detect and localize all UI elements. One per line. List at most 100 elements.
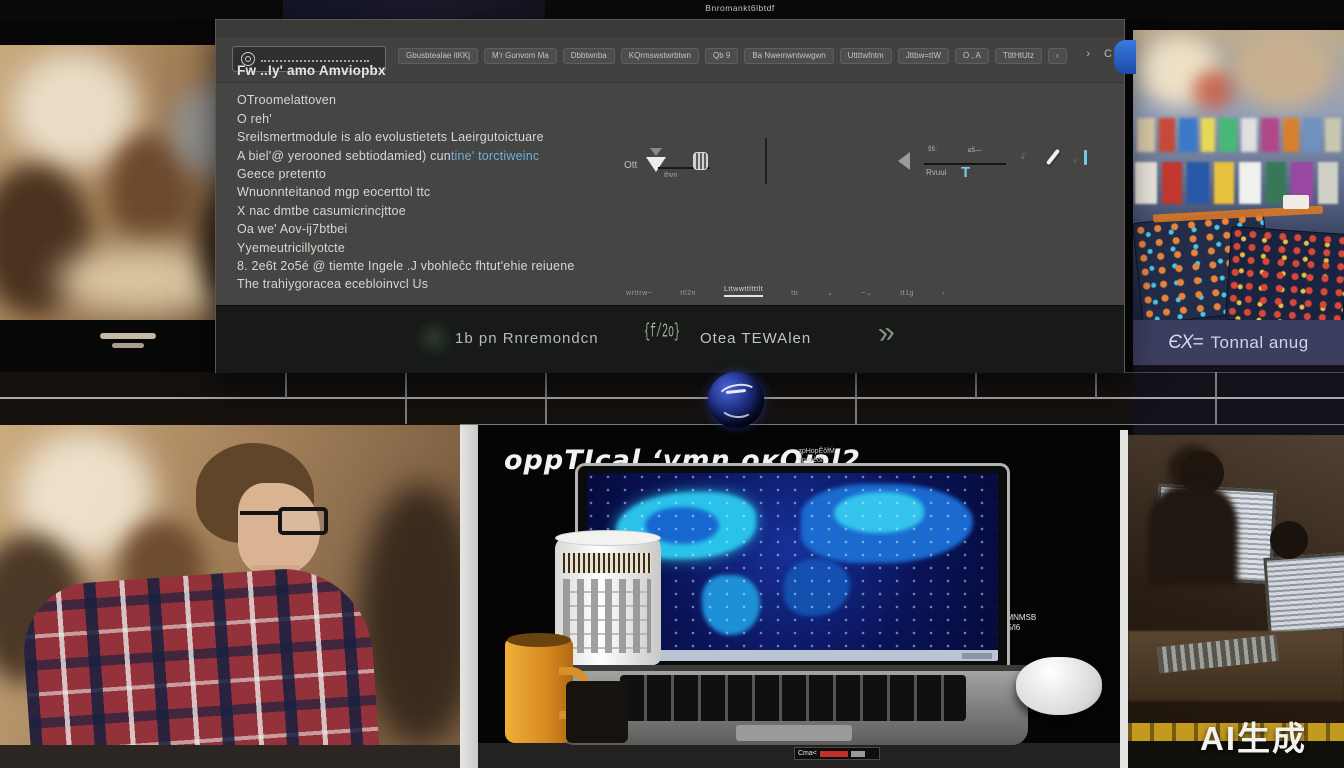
window-footer: 1b pn Rnremondcn {f/2o} Otea TEWAlen » — [216, 305, 1124, 373]
laptop-base — [558, 665, 1028, 745]
photo-detail — [1193, 70, 1233, 110]
small-gray-triangle-icon — [650, 148, 662, 156]
sticker-text: Cma< — [798, 750, 817, 757]
list-item: Oa we' Aov-ij7btbei — [237, 220, 577, 238]
plaid-shirt — [19, 563, 380, 745]
blue-cursor[interactable]: T — [961, 164, 970, 181]
slider-tick-glyphs: ŝŝ· — [928, 146, 937, 153]
list-item: O reh' — [237, 110, 577, 128]
rvuui-label: Rvuui — [926, 168, 946, 177]
photo-detail — [1233, 30, 1333, 110]
barrel-icon[interactable] — [693, 152, 708, 170]
grid-tick — [405, 372, 407, 398]
glasses-icon — [278, 507, 328, 535]
toolbar-tab[interactable]: O , A — [955, 48, 989, 64]
trackpad[interactable] — [736, 725, 852, 741]
top-tiny-title: Bnromankt6lbtdf — [640, 3, 840, 13]
sticker-red-block — [820, 751, 848, 757]
caption-text: Tonnal anug — [1211, 333, 1309, 353]
ai-watermark: AI生成 — [1200, 712, 1307, 760]
toolbar-tab[interactable]: › — [1048, 48, 1067, 64]
footer-arrow-icon[interactable]: » — [876, 315, 897, 351]
monitor-screen — [1263, 552, 1344, 636]
vertical-divider-left — [460, 425, 478, 768]
footer-center-text: Otea TEWAlen — [700, 330, 811, 347]
globe-orb-icon — [708, 372, 764, 428]
list-item: Sreilsmertmodule is alo evolustietets La… — [237, 128, 577, 146]
grid-line-mid — [0, 397, 1344, 399]
person-silhouette — [1270, 521, 1308, 559]
back-triangle-icon[interactable] — [898, 152, 910, 170]
shelf-row — [1137, 118, 1341, 152]
person-silhouette — [1148, 485, 1238, 585]
toolbar-tab[interactable]: Jttbw=ttW — [898, 48, 949, 64]
subtab[interactable]: ttl2n — [680, 290, 696, 297]
subtab[interactable]: ~⌄ — [861, 289, 872, 297]
stamp-grid — [563, 579, 651, 653]
glow-dot — [414, 318, 454, 358]
mug-opening — [507, 633, 571, 647]
list-item: The trahiygoracea ecebloinvcl Us — [237, 275, 577, 293]
footer-left-text: 1b pn Rnremondcn — [455, 330, 599, 347]
list-item: X nac dmtbe casumicrincjttoe — [237, 202, 577, 220]
grid-line-top — [1124, 372, 1344, 373]
subtab-active[interactable]: Lttwwttltttlt — [724, 286, 763, 297]
toolbar-chevron-icon[interactable]: › — [1086, 48, 1090, 60]
list-item: Yyemeutricillyotcte — [237, 239, 577, 257]
center-panel: oppTIcal ʻvmn ᴏᴋQɟɔl2 ʒpHopĔŏfṀ ʒpɔpĕŏf … — [478, 425, 1120, 768]
keyboard[interactable] — [620, 675, 966, 721]
toolbar-tab[interactable]: Ba Nwemwntwwgwn — [744, 48, 833, 64]
grid-tick — [855, 399, 857, 424]
toolbar-tab[interactable]: Qb 9 — [705, 48, 738, 64]
tick-glyphs-2: ɕŝ— — [968, 147, 982, 154]
toolbar-moon-icon[interactable]: C — [1104, 48, 1112, 60]
screenshot-root: Bnromankt6lbtdf — [0, 0, 1344, 768]
barcode — [563, 553, 651, 573]
caption-bar: ЄX= Tonnal anug — [1133, 320, 1344, 365]
vertical-divider-right — [1120, 430, 1128, 768]
dark-mug — [566, 681, 628, 743]
grid-tick — [1215, 372, 1217, 398]
menu-icon[interactable] — [100, 333, 160, 353]
blue-notch — [1114, 40, 1136, 74]
grid-tick — [545, 372, 547, 398]
window-titlebar[interactable] — [216, 20, 1124, 39]
blue-bar-icon[interactable] — [1084, 150, 1087, 165]
laptop-hinge — [558, 665, 1028, 671]
grid-tick — [285, 372, 287, 398]
sticker-badge: Cma< — [794, 747, 880, 760]
thvn-label: thvn — [664, 172, 677, 179]
grid-tick — [855, 372, 857, 398]
toolbar-tab[interactable]: TtltHtUtz — [995, 48, 1042, 64]
price-tag — [1283, 195, 1309, 209]
yellow-mug — [505, 639, 573, 743]
inline-link[interactable]: tine' torctiweinc — [451, 149, 539, 163]
subtab-row: wrttrw~ ttl2n Lttwwttltttlt ttr ⌄ ~⌄ tt1… — [626, 286, 1096, 297]
photo-top-right — [1133, 30, 1344, 320]
subtab-chevron[interactable]: › — [942, 290, 945, 297]
subtab[interactable]: wrttrw~ — [626, 290, 652, 297]
download-arrow-icon[interactable] — [646, 157, 666, 172]
pen-icon[interactable] — [1046, 149, 1060, 166]
grid-tick — [975, 372, 977, 398]
toolbar-tab[interactable]: Uttttwfntm — [840, 48, 892, 64]
list-item: Wnuonnteitanod mgp eocerttol ttc — [237, 183, 577, 201]
grid-tick — [1095, 372, 1097, 398]
subtab[interactable]: ttr — [791, 290, 799, 297]
glasses-temple — [240, 511, 280, 515]
content-divider — [765, 138, 767, 184]
list-item: Geece pretento — [237, 165, 577, 183]
list-item-with-link: A biel'@ yerooned sebtiodamied) cuntine'… — [237, 147, 577, 165]
grid-tick — [405, 399, 407, 424]
grid-tick — [545, 399, 547, 424]
grid-tick — [1215, 399, 1217, 424]
app-window: Gbusbtealae itKKj M'r Gunvom Ma Dbbtwnba… — [216, 20, 1124, 372]
small-box-icon[interactable]: ▫̈ — [1021, 152, 1024, 162]
subtab[interactable]: tt1g — [900, 290, 914, 297]
cylinder-top — [555, 530, 661, 546]
toolbar-tab[interactable]: KQrmswstwrbtwn — [621, 48, 699, 64]
subtab[interactable]: ⌄ — [827, 289, 833, 297]
list-item: 8. 2e6t 2o5é @ tiemte Ingele .J vbohleĉc… — [237, 257, 577, 275]
machine-panel — [1225, 226, 1344, 320]
content-list: Fw ..Iy' amo Amviopbx OTroomelattoven O … — [237, 62, 577, 294]
